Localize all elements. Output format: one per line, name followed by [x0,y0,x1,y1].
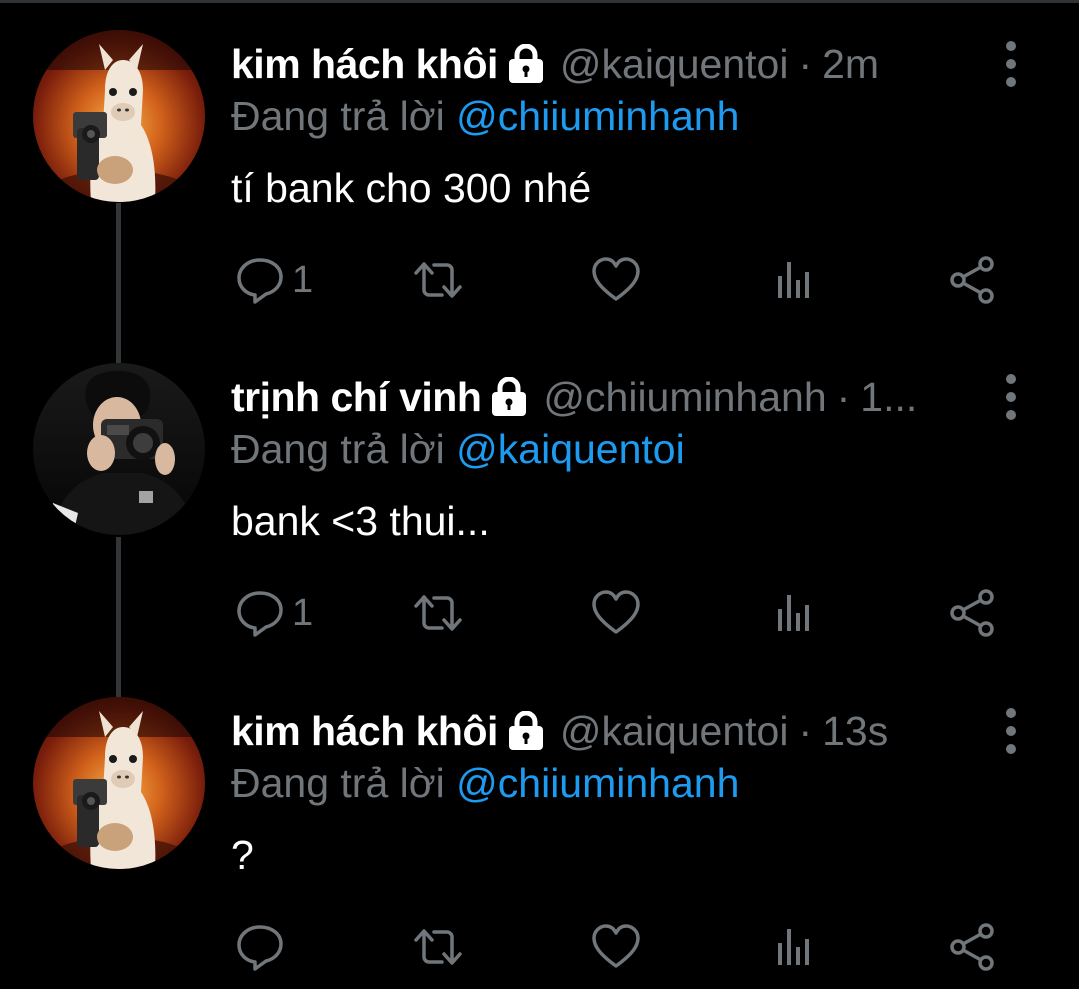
separator: · [798,708,813,754]
retweet-button[interactable] [412,583,464,643]
replying-to-label: Đang trả lời [231,426,445,472]
avatar[interactable] [33,697,205,869]
like-icon [590,921,642,973]
more-options-icon[interactable] [996,38,1026,90]
like-icon [590,587,642,639]
retweet-icon [412,587,464,639]
like-button[interactable] [590,250,642,310]
share-icon [946,587,998,639]
like-button[interactable] [590,583,642,643]
person-with-camera-avatar [33,363,205,535]
share-button[interactable] [946,250,998,310]
retweet-icon [412,921,464,973]
top-divider [0,0,1079,3]
reply-button[interactable] [234,917,292,977]
like-button[interactable] [590,917,642,977]
lock-icon [489,377,529,417]
more-options-icon[interactable] [996,705,1026,757]
reply-icon [234,587,286,639]
display-name[interactable]: kim hách khôi [231,705,498,757]
replying-to-label: Đang trả lời [231,93,445,139]
user-handle[interactable]: @kaiquentoi [560,705,789,757]
tweet-header: kim hách khôi @kaiquentoi · 2m [231,38,879,90]
reply-button[interactable]: 1 [234,250,313,310]
like-icon [590,254,642,306]
mention-link[interactable]: @kaiquentoi [456,426,685,472]
share-icon [946,254,998,306]
share-button[interactable] [946,583,998,643]
timestamp[interactable]: 2m [822,38,879,90]
action-bar: 1 [0,583,1079,643]
tweet-text: bank <3 thui... [231,498,490,544]
tweet[interactable]: trịnh chí vinh @chiiuminhanh · 1... Đang… [0,371,1079,661]
mention-link[interactable]: @chiiuminhanh [456,760,739,806]
views-icon [768,921,820,973]
timestamp[interactable]: 13s [822,705,888,757]
tweet[interactable]: kim hách khôi @kaiquentoi · 13s Đang trả… [0,705,1079,989]
user-handle[interactable]: @chiiuminhanh [543,371,826,423]
lock-icon [506,44,546,84]
llama-with-gun-avatar [33,30,205,202]
replying-to: Đang trả lời @kaiquentoi [231,423,685,475]
lock-icon [506,711,546,751]
avatar[interactable] [33,30,205,202]
replying-to-label: Đang trả lời [231,760,445,806]
reply-count: 1 [292,259,314,301]
action-bar [0,917,1079,977]
mention-link[interactable]: @chiiuminhanh [456,93,739,139]
views-icon [768,587,820,639]
timestamp[interactable]: 1... [860,371,917,423]
tweet-header: kim hách khôi @kaiquentoi · 13s [231,705,888,757]
tweet-text: tí bank cho 300 nhé [231,165,592,211]
retweet-button[interactable] [412,917,464,977]
share-button[interactable] [946,917,998,977]
separator: · [836,374,851,420]
retweet-button[interactable] [412,250,464,310]
tweet-header: trịnh chí vinh @chiiuminhanh · 1... [231,371,917,423]
more-options-icon[interactable] [996,371,1026,423]
replying-to: Đang trả lời @chiiuminhanh [231,90,739,142]
reply-icon [234,921,286,973]
display-name[interactable]: trịnh chí vinh [231,371,482,423]
display-name[interactable]: kim hách khôi [231,38,498,90]
action-bar: 1 [0,250,1079,310]
replying-to: Đang trả lời @chiiuminhanh [231,757,739,809]
llama-with-gun-avatar [33,697,205,869]
views-button[interactable] [768,583,820,643]
tweet[interactable]: kim hách khôi @kaiquentoi · 2m Đang trả … [0,38,1079,328]
separator: · [798,41,813,87]
user-handle[interactable]: @kaiquentoi [560,38,789,90]
reply-icon [234,254,286,306]
views-button[interactable] [768,917,820,977]
tweet-text: ? [231,832,254,878]
views-icon [768,254,820,306]
reply-button[interactable]: 1 [234,583,313,643]
reply-count: 1 [292,592,314,634]
views-button[interactable] [768,250,820,310]
retweet-icon [412,254,464,306]
avatar[interactable] [33,363,205,535]
share-icon [946,921,998,973]
